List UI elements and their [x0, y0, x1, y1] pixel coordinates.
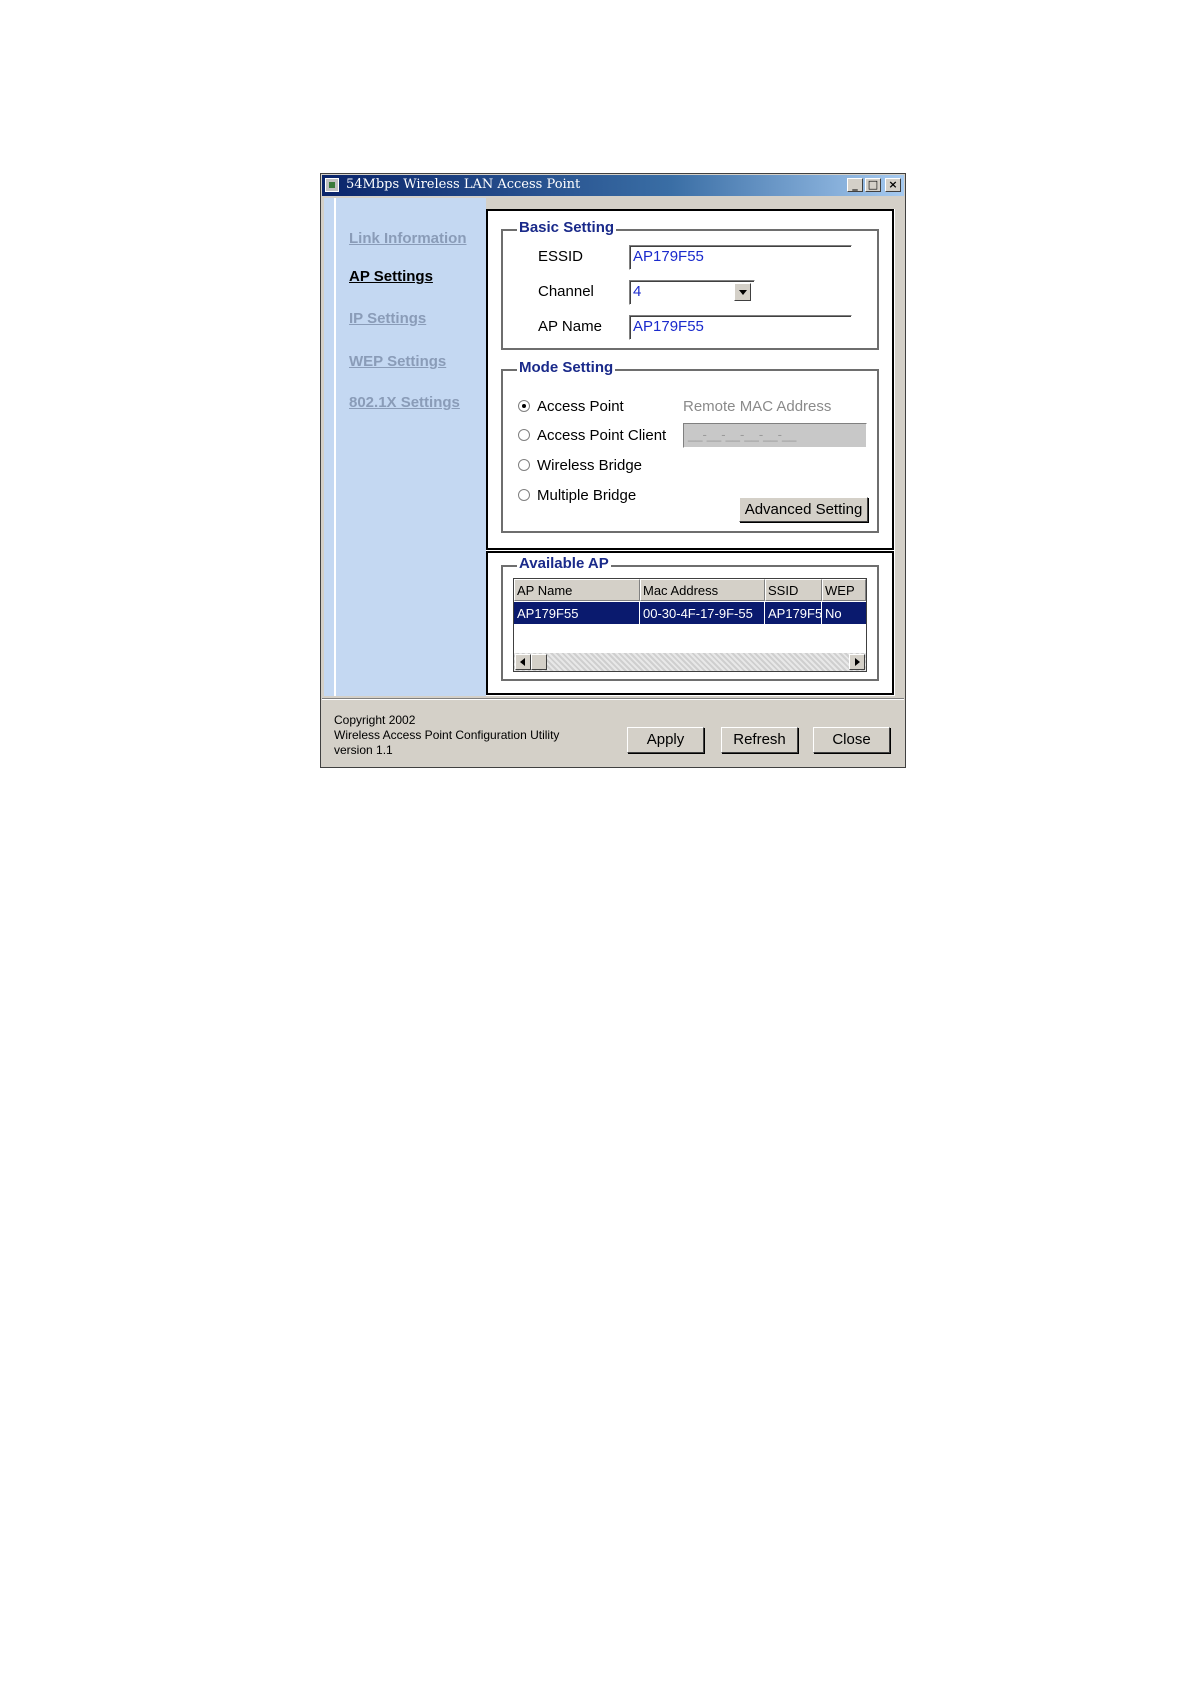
- apply-button[interactable]: Apply: [627, 727, 704, 753]
- copyright-text: Copyright 2002: [334, 713, 416, 727]
- cell-mac-address: 00-30-4F-17-9F-55: [640, 602, 765, 624]
- horizontal-scrollbar[interactable]: [514, 653, 866, 671]
- sidebar-item-ap-settings[interactable]: AP Settings: [349, 268, 433, 285]
- close-button[interactable]: Close: [813, 727, 890, 753]
- advanced-setting-button[interactable]: Advanced Setting: [739, 497, 868, 522]
- cell-wep: No: [825, 606, 842, 621]
- table-header: AP Name Mac Address SSID WEP: [514, 579, 866, 601]
- radio-multiple-bridge-label: Multiple Bridge: [537, 487, 637, 504]
- channel-select[interactable]: 4: [629, 280, 755, 305]
- footer-info: Copyright 2002 Wireless Access Point Con…: [334, 713, 559, 758]
- version-text: version 1.1: [334, 743, 393, 757]
- channel-label: Channel: [538, 283, 594, 300]
- sidebar-item-wep-settings[interactable]: WEP Settings: [349, 353, 446, 370]
- sidebar-divider: [334, 198, 336, 696]
- column-header-ssid[interactable]: SSID: [765, 579, 822, 601]
- chevron-down-icon[interactable]: [734, 283, 751, 301]
- radio-button-selected[interactable]: [518, 400, 530, 412]
- column-header-mac-address[interactable]: Mac Address: [640, 579, 765, 601]
- scrollbar-thumb[interactable]: [531, 654, 547, 670]
- basic-setting-legend: Basic Setting: [517, 219, 617, 236]
- radio-button[interactable]: [518, 459, 530, 471]
- essid-input[interactable]: AP179F55: [629, 245, 852, 270]
- radio-wireless-bridge-label: Wireless Bridge: [537, 457, 643, 474]
- radio-access-point[interactable]: Access Point: [518, 398, 688, 416]
- cell-ap-name: AP179F55: [514, 602, 640, 624]
- radio-button[interactable]: [518, 429, 530, 441]
- available-ap-legend: Available AP: [517, 555, 611, 572]
- product-name-text: Wireless Access Point Configuration Util…: [334, 728, 560, 742]
- maximize-icon[interactable]: □: [865, 178, 881, 192]
- radio-wireless-bridge[interactable]: Wireless Bridge: [518, 457, 688, 475]
- column-header-ap-name[interactable]: AP Name: [514, 579, 640, 601]
- essid-label: ESSID: [538, 248, 584, 265]
- app-icon: [325, 178, 339, 192]
- channel-value: 4: [633, 283, 642, 300]
- ap-name-label: AP Name: [538, 318, 602, 335]
- sidebar-item-8021x-settings[interactable]: 802.1X Settings: [349, 394, 460, 411]
- sidebar-item-ip-settings[interactable]: IP Settings: [349, 310, 426, 327]
- radio-access-point-label: Access Point: [537, 398, 624, 415]
- radio-access-point-client-label: Access Point Client: [537, 427, 667, 444]
- ap-name-input[interactable]: AP179F55: [629, 315, 852, 340]
- radio-access-point-client[interactable]: Access Point Client: [518, 427, 688, 445]
- window-title: 54Mbps Wireless LAN Access Point: [346, 177, 581, 192]
- minimize-icon[interactable]: _: [847, 178, 863, 192]
- scroll-left-icon[interactable]: [515, 654, 531, 670]
- ap-list-table[interactable]: AP Name Mac Address SSID WEP AP179F55 00…: [513, 578, 867, 672]
- close-window-icon[interactable]: ×: [885, 178, 901, 192]
- sidebar-item-link-information[interactable]: Link Information: [349, 230, 467, 247]
- column-header-wep[interactable]: WEP: [822, 579, 866, 601]
- title-bar[interactable]: 54Mbps Wireless LAN Access Point _ □ ×: [322, 175, 904, 196]
- scroll-right-icon[interactable]: [849, 654, 865, 670]
- remote-mac-input[interactable]: __-__-__-__-__-__: [683, 423, 867, 448]
- radio-multiple-bridge[interactable]: Multiple Bridge: [518, 487, 688, 505]
- cell-ssid: AP179F55: [765, 602, 822, 624]
- footer-divider: [322, 698, 904, 700]
- remote-mac-label: Remote MAC Address: [683, 398, 832, 415]
- refresh-button[interactable]: Refresh: [721, 727, 798, 753]
- mode-setting-legend: Mode Setting: [517, 359, 616, 376]
- radio-button[interactable]: [518, 489, 530, 501]
- table-row[interactable]: AP179F55 00-30-4F-17-9F-55 AP179F55 No: [514, 602, 866, 624]
